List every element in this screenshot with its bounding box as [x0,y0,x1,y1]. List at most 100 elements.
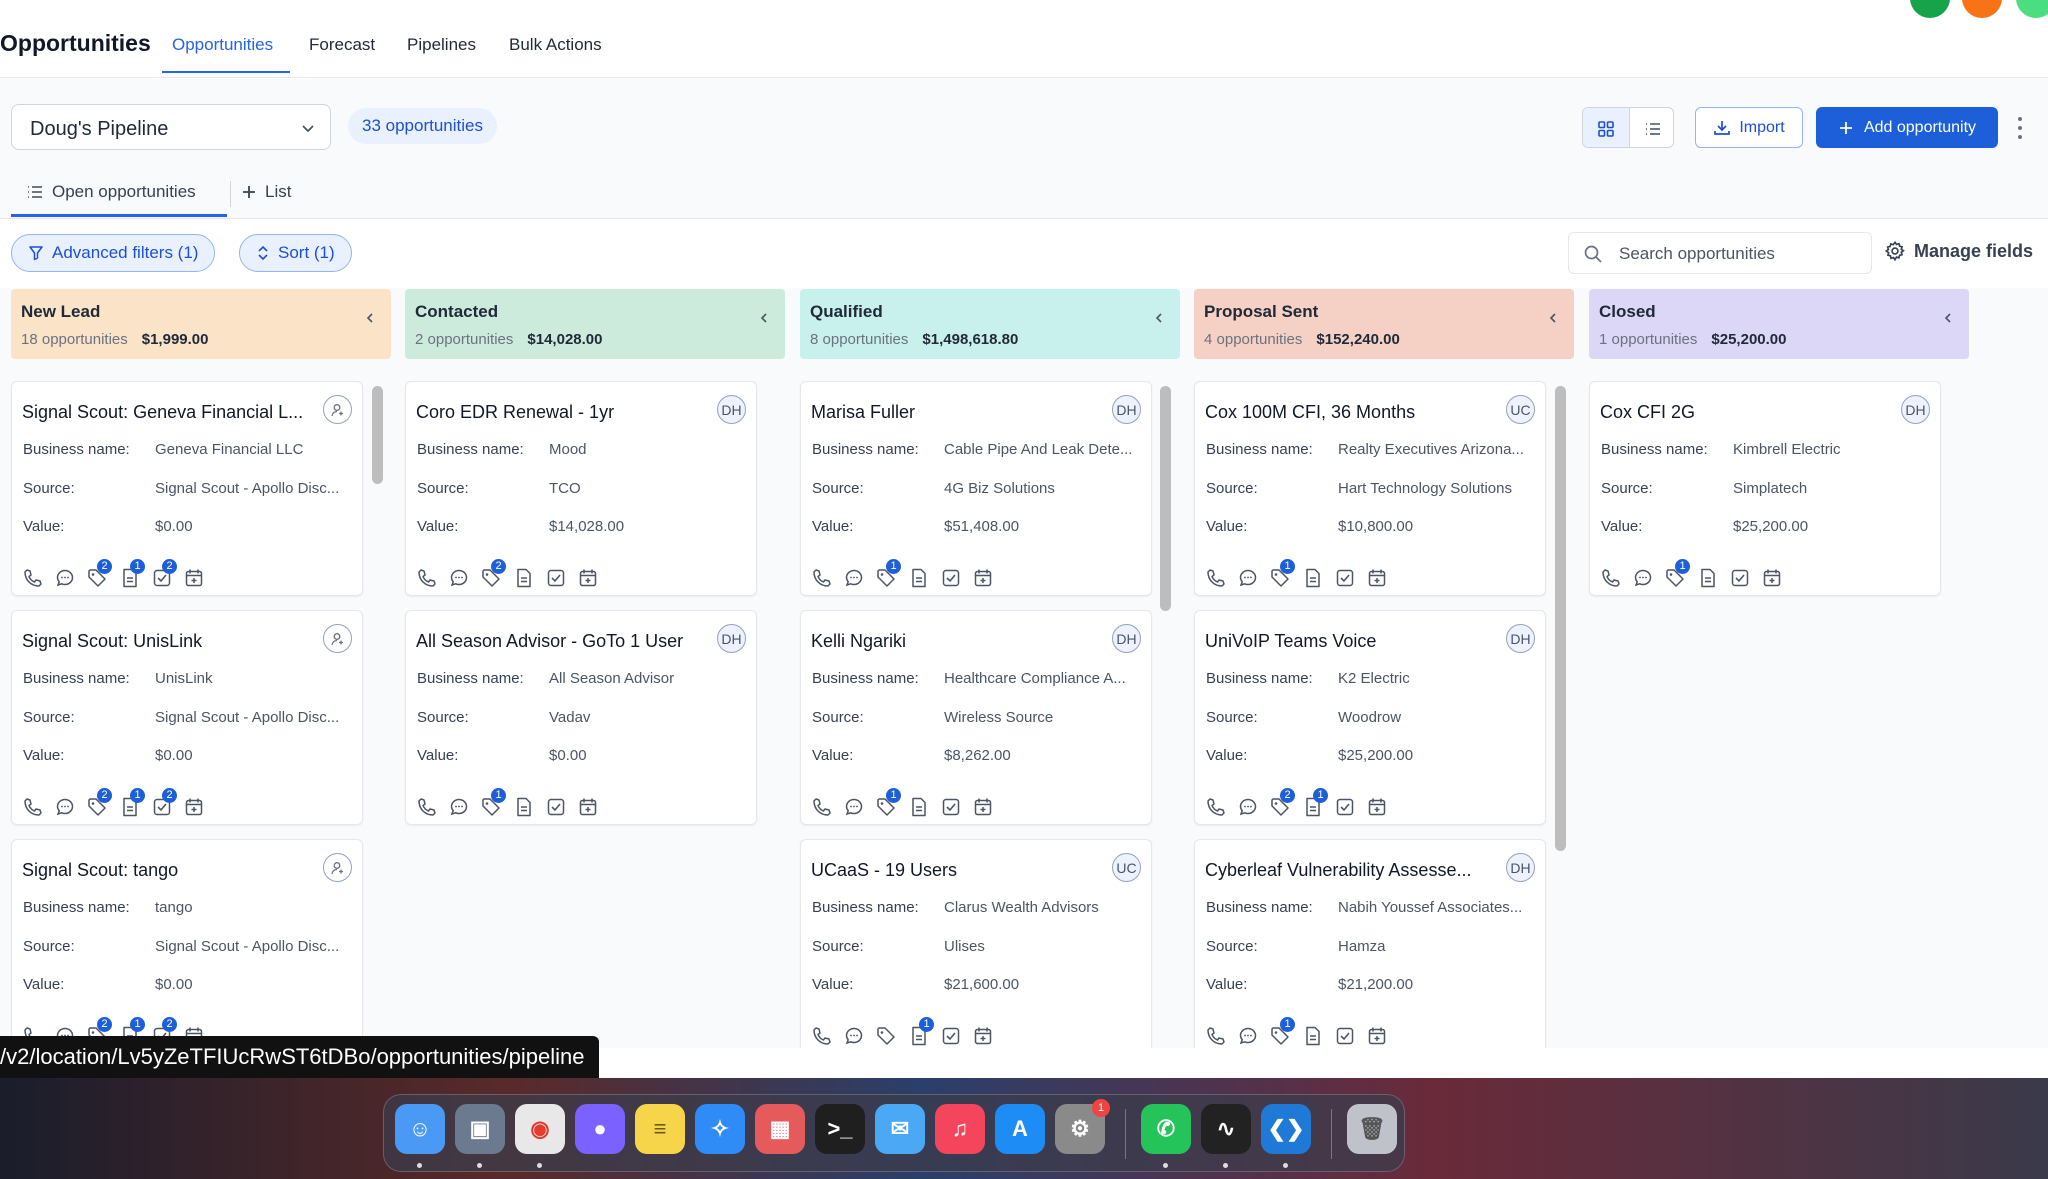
owner-avatar[interactable]: DH [1112,624,1141,653]
message-action-button[interactable] [843,1025,865,1047]
note-action-button[interactable] [513,567,535,589]
column-header-contacted[interactable]: Contacted 2 opportunities $14,028.00 [405,289,785,359]
task-action-button[interactable] [545,567,567,589]
tag-action-button[interactable]: 1 [480,788,506,818]
task-action-button[interactable] [940,796,962,818]
opportunity-card[interactable]: Coro EDR Renewal - 1yr DH Business name: Mo… [405,381,757,596]
note-action-button[interactable] [513,796,535,818]
phone-action-button[interactable] [811,796,833,818]
calendar-action-button[interactable] [183,796,205,818]
tag-action-button[interactable]: 2 [1269,788,1295,818]
column-header-qualified[interactable]: Qualified 8 opportunities $1,498,618.80 [800,289,1180,359]
owner-avatar[interactable]: DH [717,624,746,653]
dock-app-system-settings[interactable]: ⚙ 1 [1055,1099,1110,1154]
calendar-action-button[interactable] [1761,567,1783,589]
opportunity-card[interactable]: UCaaS - 19 Users UC Business name: Clarus W… [800,839,1152,1048]
column-scrollbar[interactable] [372,386,383,484]
calendar-action-button[interactable] [1366,1025,1388,1047]
tag-action-button[interactable]: 1 [875,559,901,589]
add-list-view-button[interactable]: List [241,182,291,202]
owner-avatar[interactable]: DH [1901,395,1930,424]
owner-avatar[interactable]: UC [1112,853,1141,882]
tab-opportunities[interactable]: Opportunities [172,35,273,55]
tag-action-button[interactable]: 1 [1269,1017,1295,1047]
message-action-button[interactable] [1237,567,1259,589]
tab-pipelines[interactable]: Pipelines [407,35,476,55]
opportunity-card[interactable]: Cyberleaf Vulnerability Assesse... DH Busi… [1194,839,1546,1048]
dock-app-safari[interactable]: ✧ [695,1104,745,1154]
phone-action-button[interactable] [1205,796,1227,818]
calendar-action-button[interactable] [972,567,994,589]
dock-app-chrome[interactable]: ◉ [515,1104,565,1154]
opportunity-card[interactable]: Cox CFI 2G DH Business name: Kimbrell Elect… [1589,381,1941,596]
dock-app-music[interactable]: ♫ [935,1104,985,1154]
column-scrollbar[interactable] [1160,386,1171,611]
opportunity-card[interactable]: Marisa Fuller DH Business name: Cable Pipe … [800,381,1152,596]
calendar-action-button[interactable] [577,796,599,818]
more-options-icon[interactable] [2010,112,2030,144]
calendar-action-button[interactable] [972,1025,994,1047]
message-action-button[interactable] [843,796,865,818]
phone-action-button[interactable] [22,567,44,589]
advanced-filters-button[interactable]: Advanced filters (1) [11,234,216,272]
owner-avatar[interactable]: DH [1112,395,1141,424]
note-action-button[interactable] [908,796,930,818]
message-action-button[interactable] [448,567,470,589]
chevron-left-icon[interactable] [363,311,377,325]
tag-action-button[interactable]: 2 [86,559,112,589]
opportunity-card[interactable]: Signal Scout: tango Business name: tango So… [11,839,363,1048]
dock-app-activity-monitor[interactable]: ∿ [1201,1104,1251,1154]
message-action-button[interactable] [1237,1025,1259,1047]
task-action-button[interactable] [1334,567,1356,589]
manage-fields-button[interactable]: Manage fields [1884,240,2033,262]
chevron-left-icon[interactable] [757,311,771,325]
note-action-button[interactable] [1302,567,1324,589]
task-action-button[interactable] [940,1025,962,1047]
note-action-button[interactable] [1302,1025,1324,1047]
owner-avatar[interactable]: UC [1506,395,1535,424]
dock-app-launchpad[interactable]: ▦ [755,1104,805,1154]
dock-app-finder[interactable]: ☺ [395,1104,445,1154]
task-action-button[interactable] [1334,796,1356,818]
note-action-button[interactable]: 1 [119,559,145,589]
calendar-action-button[interactable] [1366,567,1388,589]
note-action-button[interactable]: 1 [908,1017,934,1047]
chevron-left-icon[interactable] [1152,311,1166,325]
owner-avatar[interactable]: DH [1506,624,1535,653]
column-header-new-lead[interactable]: New Lead 18 opportunities $1,999.00 [11,289,391,359]
calendar-action-button[interactable] [972,796,994,818]
dock-app-messenger[interactable]: ● [575,1104,625,1154]
note-action-button[interactable]: 1 [119,788,145,818]
column-scrollbar[interactable] [1555,386,1566,851]
calendar-action-button[interactable] [1366,796,1388,818]
phone-action-button[interactable] [811,567,833,589]
opportunity-card[interactable]: All Season Advisor - GoTo 1 User DH Busine… [405,610,757,825]
dock-app-notes[interactable]: ≡ [635,1104,685,1154]
notification-avatar-button[interactable] [1962,0,2002,18]
phone-action-button[interactable] [416,796,438,818]
board-view-button[interactable] [1583,108,1629,147]
tag-action-button[interactable]: 2 [480,559,506,589]
message-action-button[interactable] [448,796,470,818]
task-action-button[interactable] [1334,1025,1356,1047]
user-avatar[interactable] [2016,0,2048,18]
tag-action-button[interactable]: 2 [86,788,112,818]
note-action-button[interactable]: 1 [1302,788,1328,818]
opportunity-card[interactable]: Signal Scout: Geneva Financial L... Busin… [11,381,363,596]
tag-action-button[interactable] [875,1025,897,1047]
list-view-button[interactable] [1629,108,1673,147]
dock-app-preview[interactable]: ▣ [455,1104,505,1154]
chevron-left-icon[interactable] [1941,311,1955,325]
note-action-button[interactable] [1697,567,1719,589]
opportunity-card[interactable]: UniVoIP Teams Voice DH Business name: K2 El… [1194,610,1546,825]
phone-action-button[interactable] [1205,567,1227,589]
task-action-button[interactable]: 2 [151,788,177,818]
message-action-button[interactable] [54,567,76,589]
assign-user-button[interactable] [323,853,352,882]
message-action-button[interactable] [54,796,76,818]
owner-avatar[interactable]: DH [1506,853,1535,882]
assign-user-button[interactable] [323,395,352,424]
calendar-action-button[interactable] [577,567,599,589]
phone-action-button[interactable] [416,567,438,589]
search-input[interactable] [1619,241,1859,267]
